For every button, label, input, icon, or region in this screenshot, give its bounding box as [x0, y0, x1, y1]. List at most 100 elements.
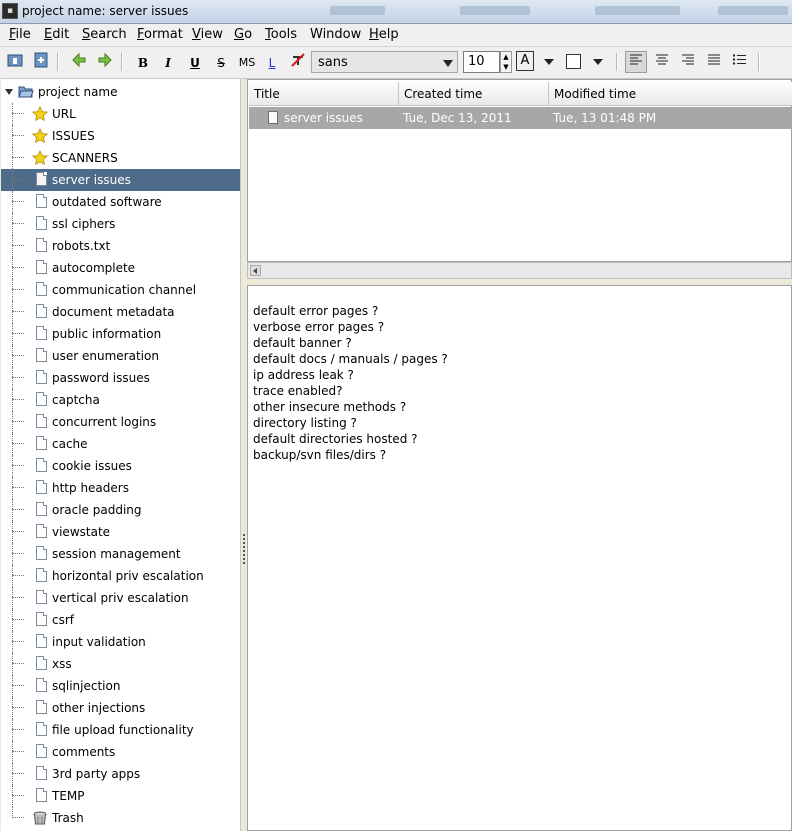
chevron-down-icon	[443, 60, 453, 67]
tree-connector	[12, 675, 13, 697]
tree-connector	[12, 587, 13, 609]
tree-connector	[12, 597, 24, 598]
menu-format[interactable]: Format	[137, 27, 183, 42]
tree-item[interactable]: xss	[1, 653, 240, 675]
bold-button[interactable]: B	[132, 52, 154, 74]
tree-connector	[12, 719, 13, 741]
expand-triangle-icon[interactable]	[5, 89, 13, 95]
font-size-input[interactable]: 10	[463, 51, 500, 73]
column-header-created[interactable]: Created time	[399, 82, 549, 106]
fill-color-button[interactable]	[566, 54, 581, 69]
arrow-left-icon	[72, 52, 86, 68]
menu-view[interactable]: View	[192, 27, 223, 42]
page-icon	[36, 326, 47, 340]
tree-item[interactable]: vertical priv escalation	[1, 587, 240, 609]
tree-item[interactable]: file upload functionality	[1, 719, 240, 741]
tree-connector	[12, 333, 24, 334]
menu-tools[interactable]: Tools	[265, 27, 297, 42]
horizontal-scrollbar[interactable]	[247, 262, 792, 279]
forward-button[interactable]	[94, 52, 116, 74]
align-center-icon	[656, 54, 668, 65]
tree-item[interactable]: input validation	[1, 631, 240, 653]
tree-item[interactable]: cookie issues	[1, 455, 240, 477]
tree-item[interactable]: comments	[1, 741, 240, 763]
menu-go[interactable]: Go	[234, 27, 252, 42]
menu-help[interactable]: Help	[369, 27, 399, 42]
align-left-button[interactable]	[625, 51, 647, 73]
align-center-button[interactable]	[651, 51, 673, 73]
tree-item-label: TEMP	[52, 789, 85, 803]
tree-item[interactable]: TEMP	[1, 785, 240, 807]
tree-item[interactable]: communication channel	[1, 279, 240, 301]
menu-search[interactable]: Search	[82, 27, 127, 42]
star-icon	[32, 106, 48, 122]
tree-connector	[12, 631, 13, 653]
tree-connector	[12, 773, 24, 774]
tree-item[interactable]: viewstate	[1, 521, 240, 543]
tree-item[interactable]: ssl ciphers	[1, 213, 240, 235]
tree-item[interactable]: concurrent logins	[1, 411, 240, 433]
strikethrough-button[interactable]: S	[210, 52, 232, 74]
column-header-title[interactable]: Title	[249, 82, 399, 106]
tree-item[interactable]: captcha	[1, 389, 240, 411]
tree-connector	[12, 279, 13, 301]
menu-edit[interactable]: Edit	[44, 27, 69, 42]
font-size-spinner[interactable]: ▲ ▼	[500, 51, 512, 73]
new-page-button[interactable]	[30, 52, 52, 74]
tree-item-label: document metadata	[52, 305, 175, 319]
chevron-down-icon[interactable]	[593, 59, 603, 65]
tree-item-label: ISSUES	[52, 129, 95, 143]
trash-icon	[33, 811, 47, 825]
tree-item[interactable]: server issues	[1, 169, 240, 191]
new-folder-button[interactable]	[4, 52, 26, 74]
tree-item[interactable]: horizontal priv escalation	[1, 565, 240, 587]
page-icon	[36, 634, 47, 648]
tree-connector	[12, 575, 24, 576]
tree-item[interactable]: password issues	[1, 367, 240, 389]
tree-item[interactable]: user enumeration	[1, 345, 240, 367]
link-button[interactable]: L	[261, 52, 283, 74]
tree-item[interactable]: document metadata	[1, 301, 240, 323]
font-family-select[interactable]: sans	[311, 51, 458, 73]
menu-window[interactable]: Window	[310, 27, 361, 42]
tree-item-label: Trash	[52, 811, 84, 825]
tree-item[interactable]: public information	[1, 323, 240, 345]
clear-format-button[interactable]	[287, 52, 309, 74]
text-color-button[interactable]: A	[516, 51, 534, 71]
tree-item[interactable]: csrf	[1, 609, 240, 631]
tree-item[interactable]: Trash	[1, 807, 240, 829]
tree-item[interactable]: robots.txt	[1, 235, 240, 257]
back-button[interactable]	[68, 52, 90, 74]
tree-item[interactable]: SCANNERS	[1, 147, 240, 169]
page-icon	[36, 590, 47, 604]
menu-file[interactable]: File	[9, 27, 31, 42]
justify-button[interactable]	[703, 51, 725, 73]
tree-item[interactable]: session management	[1, 543, 240, 565]
page-icon	[36, 524, 47, 538]
tree-item[interactable]: URL	[1, 103, 240, 125]
tree-item[interactable]: sqlinjection	[1, 675, 240, 697]
page-icon	[36, 700, 47, 714]
star-icon	[32, 128, 48, 144]
tree-item[interactable]: other injections	[1, 697, 240, 719]
table-row[interactable]: server issues Tue, Dec 13, 2011 Tue, 13 …	[249, 107, 792, 129]
monospace-button[interactable]: MS	[236, 52, 258, 74]
chevron-down-icon[interactable]	[544, 59, 554, 65]
italic-button[interactable]: I	[157, 52, 179, 74]
align-right-button[interactable]	[677, 51, 699, 73]
tree-item[interactable]: cache	[1, 433, 240, 455]
column-header-modified[interactable]: Modified time	[549, 82, 792, 106]
note-editor[interactable]: default error pages ? verbose error page…	[247, 285, 792, 831]
notebook-tree[interactable]: project name URL ISSUES SCANNERS server iss…	[1, 79, 241, 831]
tree-item[interactable]: http headers	[1, 477, 240, 499]
tree-item[interactable]: ISSUES	[1, 125, 240, 147]
bullet-list-button[interactable]	[729, 51, 751, 73]
tree-item[interactable]: 3rd party apps	[1, 763, 240, 785]
underline-button[interactable]: U	[184, 52, 206, 74]
tree-item[interactable]: oracle padding	[1, 499, 240, 521]
scroll-left-icon[interactable]	[250, 265, 261, 276]
page-icon	[36, 282, 47, 296]
tree-root[interactable]: project name	[1, 81, 240, 103]
tree-item[interactable]: outdated software	[1, 191, 240, 213]
tree-item[interactable]: autocomplete	[1, 257, 240, 279]
